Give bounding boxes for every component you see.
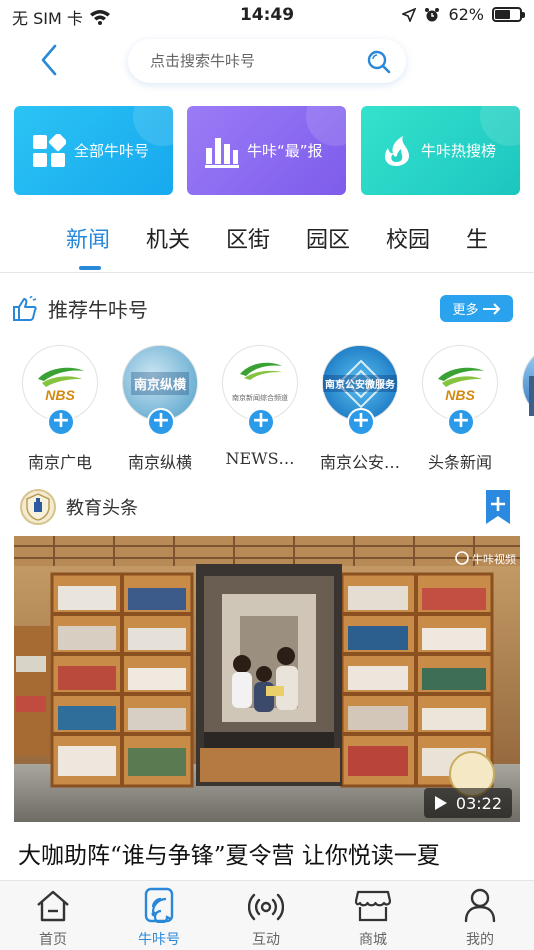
bookstore-scene: 牛咔视频: [14, 536, 520, 822]
divider: [0, 272, 534, 273]
bookmark-add-icon[interactable]: [486, 490, 510, 524]
status-bar: 无 SIM 卡 14:49 62%: [0, 0, 534, 30]
tab-life[interactable]: 生: [466, 222, 488, 254]
bar-chart-icon: [205, 134, 239, 168]
store-icon: [355, 890, 391, 922]
account-avatar[interactable]: [522, 345, 534, 421]
location-icon: [402, 7, 417, 22]
tab-parks[interactable]: 园区: [306, 222, 350, 254]
account-name: 北极: [510, 449, 534, 473]
arrow-right-icon: [482, 302, 500, 315]
account-logo: 南京纵横: [130, 371, 189, 395]
more-label: 更多: [452, 303, 479, 318]
niuka-icon: [144, 887, 174, 923]
card-label: 牛咔热搜榜: [421, 142, 497, 160]
nav-label: 商城: [359, 932, 387, 948]
nbs-logo-icon: NBS: [438, 367, 484, 403]
bottom-navigation: 首页 牛咔号 互动 商城 我的: [0, 880, 534, 950]
follow-button[interactable]: +: [47, 408, 75, 436]
nav-niuka[interactable]: 牛咔号: [106, 881, 212, 950]
account-item[interactable]: NBS + 头条新闻: [410, 345, 510, 472]
nav-profile[interactable]: 我的: [427, 881, 533, 950]
account-name: NEWS…: [225, 449, 295, 468]
recommended-accounts: NBS + 南京广电 南京纵横 + 南京纵横 南京新闻综合频道 + NEWS… …: [10, 345, 534, 475]
nav-store[interactable]: 商城: [320, 881, 426, 950]
recommended-title: 推荐牛咔号: [48, 298, 148, 322]
nav-label: 牛咔号: [138, 932, 180, 948]
card-label: 牛咔“最”报: [247, 142, 323, 160]
category-tabs: 新闻 机关 区街 园区 校园 生: [0, 222, 494, 262]
nav-interact[interactable]: 互动: [213, 881, 319, 950]
account-logo: 南京新闻综合频道: [232, 394, 288, 402]
account-logo: 南京公安微服务: [323, 374, 397, 392]
video-thumbnail[interactable]: 牛咔视频 03:22: [14, 536, 520, 822]
back-button[interactable]: [34, 42, 64, 78]
account-name: 南京公安…: [319, 453, 400, 472]
account-avatar[interactable]: NBS +: [22, 345, 98, 436]
tab-campus[interactable]: 校园: [386, 222, 430, 254]
all-accounts-card[interactable]: 全部牛咔号: [14, 106, 173, 195]
follow-button[interactable]: +: [247, 408, 275, 436]
article-headline[interactable]: 大咖助阵“谁与争锋”夏令营 让你悦读一夏: [18, 836, 440, 870]
nav-label: 互动: [252, 932, 280, 948]
account-avatar[interactable]: 南京纵横 +: [122, 345, 198, 436]
tab-news[interactable]: 新闻: [66, 222, 110, 254]
tab-districts[interactable]: 区街: [226, 222, 270, 254]
recommended-header: 推荐牛咔号: [12, 294, 148, 323]
broadcast-icon: [248, 893, 284, 921]
home-icon: [37, 890, 69, 922]
play-icon: [434, 796, 447, 810]
card-label: 全部牛咔号: [74, 142, 150, 160]
school-badge-icon: [26, 493, 50, 521]
city-skyline-icon: [529, 376, 534, 416]
search-input[interactable]: [150, 39, 360, 83]
tab-agencies[interactable]: 机关: [146, 222, 190, 254]
battery-percent: 62%: [448, 5, 484, 24]
duration-label: 03:22: [455, 793, 502, 813]
account-name: 南京纵横: [127, 453, 192, 472]
nav-home[interactable]: 首页: [0, 881, 106, 950]
follow-button[interactable]: +: [347, 408, 375, 436]
account-name: 南京广电: [27, 453, 92, 472]
search-bar[interactable]: [128, 39, 406, 83]
account-item[interactable]: 南京公安微服务 + 南京公安…: [310, 345, 410, 472]
flame-icon: [379, 134, 413, 168]
nav-label: 我的: [466, 932, 494, 948]
svg-text:NBS: NBS: [445, 387, 475, 403]
niuka-report-card[interactable]: 牛咔“最”报: [187, 106, 346, 195]
nav-label: 首页: [39, 932, 67, 948]
feed-account-header[interactable]: 教育头条: [20, 489, 138, 525]
status-indicators: 62%: [402, 5, 525, 24]
account-avatar[interactable]: 南京公安微服务 +: [322, 345, 398, 436]
thumbs-up-icon: [13, 295, 37, 321]
video-watermark: 牛咔视频: [472, 552, 516, 566]
alarm-icon: [425, 7, 440, 21]
battery-icon: [492, 7, 525, 22]
feed-account-name: 教育头条: [66, 498, 138, 519]
follow-button[interactable]: +: [147, 408, 175, 436]
account-avatar[interactable]: NBS +: [422, 345, 498, 436]
news-logo-icon: [240, 362, 282, 380]
account-item[interactable]: 南京新闻综合频道 + NEWS…: [210, 345, 310, 468]
account-item[interactable]: NBS + 南京广电: [10, 345, 110, 472]
grid-icon: [32, 133, 66, 168]
svg-text:NBS: NBS: [45, 387, 75, 403]
chevron-left-icon: [41, 44, 57, 76]
hot-search-card[interactable]: 牛咔热搜榜: [361, 106, 520, 195]
account-name: 头条新闻: [427, 453, 492, 472]
search-icon[interactable]: [366, 49, 392, 75]
video-duration: 03:22: [423, 788, 512, 818]
account-avatar[interactable]: 南京新闻综合频道 +: [222, 345, 298, 436]
user-icon: [464, 888, 496, 923]
account-item[interactable]: 南京纵横 + 南京纵横: [110, 345, 210, 472]
more-button[interactable]: 更多: [440, 295, 513, 322]
active-tab-indicator: [79, 266, 101, 270]
follow-button[interactable]: +: [447, 408, 475, 436]
account-item[interactable]: 北极: [510, 345, 534, 421]
nbs-logo-icon: NBS: [38, 367, 84, 403]
feature-cards: 全部牛咔号 牛咔“最”报 牛咔热搜榜: [14, 106, 520, 196]
feed-account-avatar[interactable]: [20, 489, 56, 525]
